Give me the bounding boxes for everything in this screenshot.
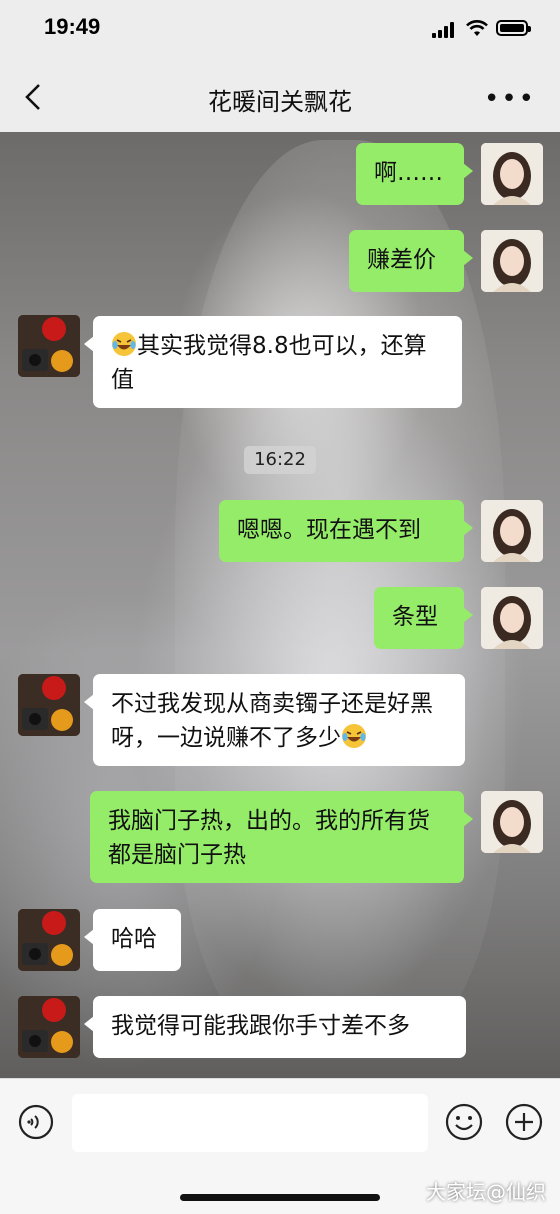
avatar-me[interactable] xyxy=(481,500,543,562)
message-text: 我脑门子热，出的。我的所有货都是脑门子热 xyxy=(108,808,430,868)
wifi-icon xyxy=(466,20,488,36)
battery-icon xyxy=(496,20,531,36)
message-text: 啊…… xyxy=(374,160,443,186)
more-dots-icon[interactable]: ••• xyxy=(484,84,536,114)
message-text: 条型 xyxy=(392,604,438,630)
message-bubble-outgoing[interactable]: 我脑门子热，出的。我的所有货都是脑门子热 xyxy=(90,791,473,883)
chat-header: 花暖间关飘花 ••• xyxy=(0,60,560,132)
message-bubble-incoming[interactable]: 其实我觉得8.8也可以，还算值 xyxy=(84,316,462,408)
message-bubble-incoming[interactable]: 哈哈 xyxy=(84,909,181,971)
status-time: 19:49 xyxy=(44,14,101,39)
voice-icon[interactable] xyxy=(18,1104,54,1140)
avatar-contact[interactable] xyxy=(18,996,80,1058)
avatar-me[interactable] xyxy=(481,143,543,205)
avatar-me[interactable] xyxy=(481,587,543,649)
message-bubble-outgoing[interactable]: 赚差价 xyxy=(349,230,473,292)
message-text: 嗯嗯。现在遇不到 xyxy=(237,517,421,543)
avatar-contact[interactable] xyxy=(18,674,80,736)
message-bubble-outgoing[interactable]: 条型 xyxy=(374,587,473,649)
message-bubble-incoming[interactable]: 不过我发现从商卖镯子还是好黑呀，一边说赚不了多少 xyxy=(84,674,465,766)
avatar-contact[interactable] xyxy=(18,909,80,971)
home-indicator xyxy=(180,1194,380,1201)
message-text: 赚差价 xyxy=(367,247,436,273)
laughing-emoji-icon xyxy=(342,724,366,748)
avatar-me[interactable] xyxy=(481,230,543,292)
message-text: 哈哈 xyxy=(111,926,157,952)
message-text: 不过我发现从商卖镯子还是好黑呀，一边说赚不了多少 xyxy=(111,691,433,751)
message-bubble-incoming[interactable]: 我觉得可能我跟你手寸差不多 xyxy=(84,996,466,1058)
message-bubble-outgoing[interactable]: 啊…… xyxy=(356,143,473,205)
plus-icon[interactable] xyxy=(504,1102,544,1142)
timestamp-label: 16:22 xyxy=(244,446,316,474)
chat-title: 花暖间关飘花 xyxy=(208,88,352,116)
message-bubble-outgoing[interactable]: 嗯嗯。现在遇不到 xyxy=(219,500,473,562)
message-text: 其实我觉得8.8也可以，还算值 xyxy=(111,333,427,393)
message-input[interactable] xyxy=(72,1094,428,1152)
watermark: 大家坛@仙织 xyxy=(426,1180,546,1204)
status-bar: 19:49 xyxy=(0,0,560,60)
emoji-icon[interactable] xyxy=(444,1102,484,1142)
laughing-emoji-icon xyxy=(112,332,136,356)
avatar-me[interactable] xyxy=(481,791,543,853)
cellular-signal-icon xyxy=(432,22,458,38)
avatar-contact[interactable] xyxy=(18,315,80,377)
message-text: 我觉得可能我跟你手寸差不多 xyxy=(111,1013,410,1039)
